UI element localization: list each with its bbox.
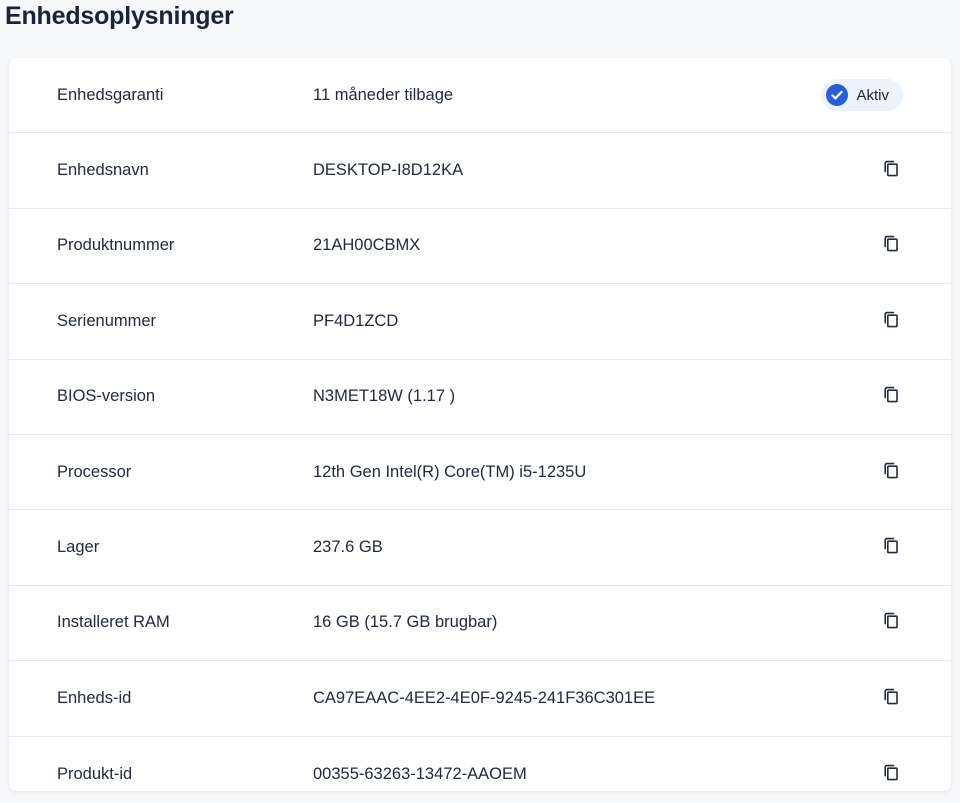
copy-button[interactable]	[879, 685, 903, 712]
row-label: Enhedsnavn	[57, 161, 313, 180]
row-value: 11 måneder tilbage	[313, 86, 821, 105]
row-product-number: Produktnummer 21AH00CBMX	[9, 209, 951, 284]
device-info-card: Enhedsgaranti 11 måneder tilbage Aktiv E…	[8, 57, 952, 792]
row-label: Lager	[57, 538, 313, 557]
copy-button[interactable]	[879, 383, 903, 410]
row-value: N3MET18W (1.17 )	[313, 387, 879, 406]
row-value: 237.6 GB	[313, 538, 879, 557]
check-circle-icon	[826, 84, 848, 106]
copy-icon	[881, 687, 901, 710]
row-device-id: Enheds-id CA97EAAC-4EE2-4E0F-9245-241F36…	[9, 661, 951, 736]
copy-button[interactable]	[879, 232, 903, 259]
row-device-name: Enhedsnavn DESKTOP-I8D12KA	[9, 133, 951, 208]
status-badge: Aktiv	[821, 79, 903, 111]
status-badge-label: Aktiv	[856, 87, 889, 104]
copy-icon	[881, 461, 901, 484]
row-value: PF4D1ZCD	[313, 312, 879, 331]
row-storage: Lager 237.6 GB	[9, 510, 951, 585]
row-installed-ram: Installeret RAM 16 GB (15.7 GB brugbar)	[9, 586, 951, 661]
row-value: DESKTOP-I8D12KA	[313, 161, 879, 180]
copy-button[interactable]	[879, 459, 903, 486]
row-label: Enhedsgaranti	[57, 86, 313, 105]
row-product-id: Produkt-id 00355-63263-13472-AAOEM	[9, 737, 951, 792]
copy-icon	[881, 385, 901, 408]
copy-button[interactable]	[879, 308, 903, 335]
copy-icon	[881, 234, 901, 257]
copy-button[interactable]	[879, 157, 903, 184]
row-label: Enheds-id	[57, 689, 313, 708]
copy-icon	[881, 159, 901, 182]
row-label: Produktnummer	[57, 236, 313, 255]
row-value: CA97EAAC-4EE2-4E0F-9245-241F36C301EE	[313, 689, 879, 708]
copy-button[interactable]	[879, 761, 903, 788]
copy-icon	[881, 310, 901, 333]
row-processor: Processor 12th Gen Intel(R) Core(TM) i5-…	[9, 435, 951, 510]
row-label: Installeret RAM	[57, 613, 313, 632]
copy-icon	[881, 763, 901, 786]
row-label: Produkt-id	[57, 765, 313, 784]
row-label: BIOS-version	[57, 387, 313, 406]
row-serial-number: Serienummer PF4D1ZCD	[9, 284, 951, 359]
copy-icon	[881, 536, 901, 559]
copy-button[interactable]	[879, 534, 903, 561]
row-value: 21AH00CBMX	[313, 236, 879, 255]
row-label: Processor	[57, 463, 313, 482]
page-title: Enhedsoplysninger	[5, 2, 234, 31]
row-label: Serienummer	[57, 312, 313, 331]
copy-icon	[881, 611, 901, 634]
copy-button[interactable]	[879, 609, 903, 636]
row-value: 00355-63263-13472-AAOEM	[313, 765, 879, 784]
row-value: 16 GB (15.7 GB brugbar)	[313, 613, 879, 632]
row-device-warranty: Enhedsgaranti 11 måneder tilbage Aktiv	[9, 58, 951, 133]
row-value: 12th Gen Intel(R) Core(TM) i5-1235U	[313, 463, 879, 482]
row-bios-version: BIOS-version N3MET18W (1.17 )	[9, 360, 951, 435]
